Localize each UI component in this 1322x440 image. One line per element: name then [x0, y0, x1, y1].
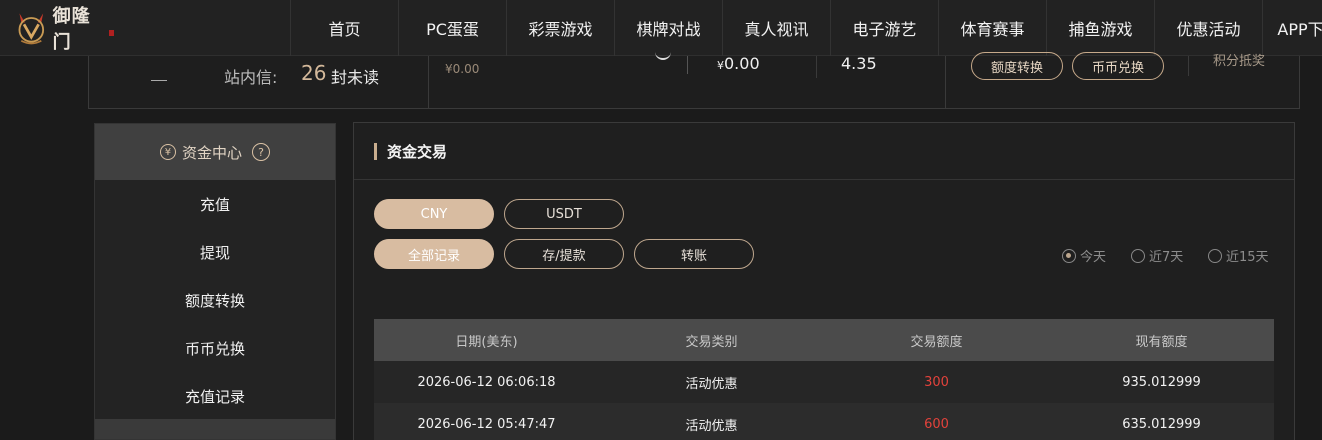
main-balance: ¥0.00: [445, 62, 480, 76]
panel-header: 资金交易: [354, 123, 1294, 180]
sidebar-item[interactable]: 币币兑换: [95, 324, 335, 372]
inbox-label: 站内信:: [224, 68, 278, 87]
sidebar-item-next[interactable]: [95, 419, 335, 439]
column-header-type: 交易类别: [685, 334, 738, 350]
username-placeholder: [151, 80, 167, 81]
tab-usdt[interactable]: USDT: [504, 199, 624, 229]
inbox-count[interactable]: 26: [301, 61, 326, 85]
nav-item[interactable]: 首页: [290, 0, 398, 56]
filter-label: 今天: [1080, 250, 1107, 265]
points-value: 4.35: [841, 54, 877, 73]
filter-label: 近15天: [1226, 250, 1269, 265]
nav-item[interactable]: PC蛋蛋: [398, 0, 506, 56]
divider: [687, 56, 688, 74]
transactions-table: 日期(美东) 交易类别 交易额度 现有额度 2026-06-12 06:06:1…: [374, 319, 1274, 440]
quota-transfer-button[interactable]: 额度转换: [971, 52, 1063, 80]
filter-today[interactable]: 今天: [1062, 246, 1106, 265]
brand-logo[interactable]: 御隆门: [14, 6, 114, 53]
cell-date: 2026-06-12 05:47:47: [417, 416, 556, 432]
fund-transactions-panel: 资金交易 CNY USDT 全部记录 存/提款 转账 今天 近7天 近15天 日…: [353, 122, 1295, 440]
nav-item[interactable]: 优惠活动: [1154, 0, 1262, 56]
points-redeem-link[interactable]: 积分抵奖: [1213, 50, 1265, 69]
cell-balance: 935.012999: [1122, 374, 1201, 390]
table-row: 2026-06-12 06:06:18 活动优惠 300 935.012999: [374, 361, 1274, 403]
tab-all-records[interactable]: 全部记录: [374, 239, 494, 269]
cell-balance: 635.012999: [1122, 416, 1201, 432]
tab-cny[interactable]: CNY: [374, 199, 494, 229]
divider: [945, 56, 946, 109]
refresh-icon[interactable]: [655, 50, 671, 60]
column-header-balance: 现有额度: [1135, 334, 1188, 350]
cell-type: 活动优惠: [685, 376, 738, 392]
brand-name: 御隆门: [52, 6, 91, 53]
table-row: 2026-06-12 05:47:47 活动优惠 600 635.012999: [374, 403, 1274, 440]
sidebar-item[interactable]: 充值记录: [95, 372, 335, 420]
account-info-strip: 站内信: 26 封未读 ¥0.00 ¥0.00 4.35 额度转换 币币兑换 积…: [88, 52, 1300, 109]
radio-unchecked-icon[interactable]: [1208, 248, 1222, 263]
radio-unchecked-icon[interactable]: [1131, 248, 1145, 263]
tab-transfer[interactable]: 转账: [634, 239, 754, 269]
fund-center-sidebar: ¥ 资金中心 ? 充值 提现 额度转换 币币兑换 充值记录: [94, 123, 336, 440]
divider: [816, 56, 817, 78]
sidebar-menu: 充值 提现 额度转换 币币兑换 充值记录: [95, 180, 335, 420]
title-accent-bar: [374, 143, 377, 160]
sidebar-item[interactable]: 提现: [95, 228, 335, 276]
help-icon[interactable]: ?: [252, 143, 270, 161]
cell-date: 2026-06-12 06:06:18: [417, 374, 556, 390]
nav-item[interactable]: 彩票游戏: [506, 0, 614, 56]
main-menu: 首页 PC蛋蛋 彩票游戏 棋牌对战 真人视讯 电子游艺 体育赛事 捕鱼游戏 优惠活动 APP下: [290, 0, 1322, 56]
nav-item[interactable]: 体育赛事: [938, 0, 1046, 56]
filter-7-days[interactable]: 近7天: [1131, 246, 1183, 265]
filter-15-days[interactable]: 近15天: [1208, 246, 1269, 265]
wallet-balance-value: 0.00: [724, 54, 760, 73]
nav-item[interactable]: APP下: [1262, 0, 1322, 56]
filter-label: 近7天: [1149, 250, 1184, 265]
yen-icon: ¥: [159, 144, 176, 160]
column-header-date: 日期(美东): [455, 334, 518, 350]
wallet-balance: ¥0.00: [717, 54, 760, 73]
sidebar-item[interactable]: 充值: [95, 180, 335, 228]
nav-item[interactable]: 真人视讯: [722, 0, 830, 56]
sidebar-item[interactable]: 额度转换: [95, 276, 335, 324]
top-navigation: 御隆门 首页 PC蛋蛋 彩票游戏 棋牌对战 真人视讯 电子游艺 体育赛事 捕鱼游戏 优惠活动 AP…: [0, 0, 1322, 56]
table-header: 日期(美东) 交易类别 交易额度 现有额度: [374, 319, 1274, 361]
cell-amount: 300: [924, 374, 949, 390]
inbox-unread-label[interactable]: 封未读: [331, 64, 379, 88]
table-body: 2026-06-12 06:06:18 活动优惠 300 935.012999 2026…: [374, 361, 1274, 440]
nav-item[interactable]: 棋牌对战: [614, 0, 722, 56]
cell-amount: 600: [924, 416, 949, 432]
panel-title: 资金交易: [387, 143, 448, 161]
sidebar-header: ¥ 资金中心 ?: [95, 124, 335, 180]
tab-deposit-withdraw[interactable]: 存/提款: [504, 239, 624, 269]
radio-checked-icon[interactable]: [1062, 248, 1076, 263]
brand-seal: [108, 30, 114, 36]
divider: [1188, 56, 1189, 76]
logo-mark-icon: [18, 13, 45, 45]
column-header-amount: 交易额度: [910, 334, 963, 350]
cell-type: 活动优惠: [685, 418, 738, 434]
sidebar-title: 资金中心: [181, 143, 242, 162]
nav-item[interactable]: 捕鱼游戏: [1046, 0, 1154, 56]
currency-symbol: ¥: [717, 59, 724, 72]
nav-item[interactable]: 电子游艺: [830, 0, 938, 56]
coin-exchange-button[interactable]: 币币兑换: [1072, 52, 1164, 80]
divider: [428, 56, 429, 109]
